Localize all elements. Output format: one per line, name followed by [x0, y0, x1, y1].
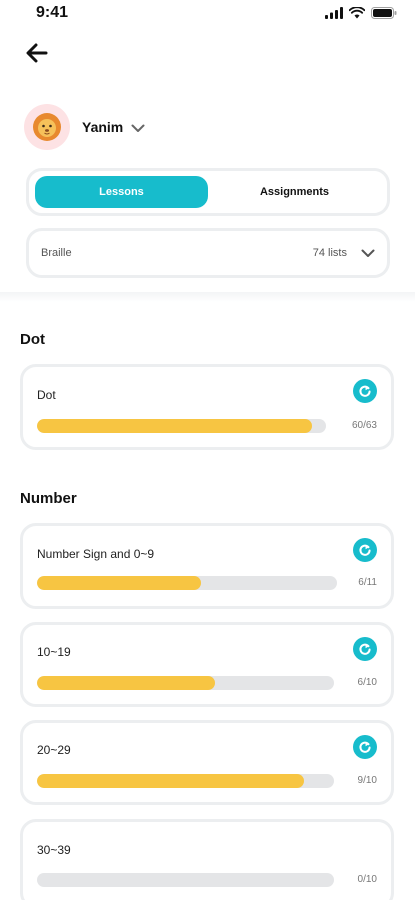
- chevron-down-icon: [361, 249, 375, 257]
- refresh-icon[interactable]: [353, 538, 377, 562]
- status-time: 9:41: [36, 4, 69, 21]
- refresh-icon[interactable]: [353, 379, 377, 403]
- section-title-dot: Dot: [20, 331, 45, 348]
- lessons-assignments-tabs: Lessons Assignments: [26, 168, 390, 216]
- progress-label: 9/10: [357, 775, 377, 786]
- wifi-icon: [349, 7, 365, 19]
- progress-label: 6/10: [357, 677, 377, 688]
- refresh-icon[interactable]: [353, 637, 377, 661]
- lesson-title: Dot: [37, 388, 56, 402]
- lesson-card[interactable]: 10~19 6/10: [20, 622, 394, 707]
- lesson-title: 20~29: [37, 743, 71, 757]
- lesson-card[interactable]: 20~29 9/10: [20, 720, 394, 805]
- lesson-title: Number Sign and 0~9: [37, 547, 155, 561]
- progress-fill: [37, 676, 216, 690]
- category-select[interactable]: Braille 74 lists: [26, 228, 390, 278]
- chevron-down-icon: [131, 124, 145, 132]
- section-divider: [0, 292, 415, 302]
- category-select-value: Braille: [41, 247, 72, 259]
- profile-name: Yanim: [82, 119, 124, 135]
- lesson-card[interactable]: Number Sign and 0~9 6/11: [20, 523, 394, 609]
- lesson-card[interactable]: Dot 60/63: [20, 364, 394, 450]
- lion-icon: [33, 113, 61, 141]
- progress-fill: [37, 419, 313, 433]
- lesson-title: 10~19: [37, 645, 71, 659]
- profile-selector[interactable]: Yanim: [24, 104, 145, 150]
- progress-label: 60/63: [351, 420, 377, 431]
- status-bar: 9:41: [0, 0, 415, 30]
- refresh-icon[interactable]: [353, 735, 377, 759]
- avatar: [24, 104, 70, 150]
- progress-bar: [37, 873, 334, 887]
- progress-fill: [37, 774, 305, 788]
- progress-fill: [37, 576, 201, 590]
- arrow-left-icon: [26, 43, 48, 63]
- lesson-title: 30~39: [37, 843, 71, 857]
- status-icons: [325, 7, 397, 19]
- category-list-count: 74 lists: [312, 247, 347, 259]
- progress-label: 6/11: [358, 577, 377, 588]
- progress-bar: [37, 576, 337, 590]
- signal-icon: [325, 7, 343, 19]
- section-title-number: Number: [20, 490, 77, 507]
- progress-label: 0/10: [357, 874, 377, 885]
- progress-bar: [37, 774, 334, 788]
- tab-assignments[interactable]: Assignments: [208, 176, 381, 208]
- tab-lessons[interactable]: Lessons: [35, 176, 208, 208]
- progress-bar: [37, 676, 334, 690]
- back-button[interactable]: [22, 38, 52, 68]
- battery-icon: [371, 7, 397, 19]
- lesson-card[interactable]: 30~39 0/10: [20, 819, 394, 900]
- progress-bar: [37, 419, 326, 433]
